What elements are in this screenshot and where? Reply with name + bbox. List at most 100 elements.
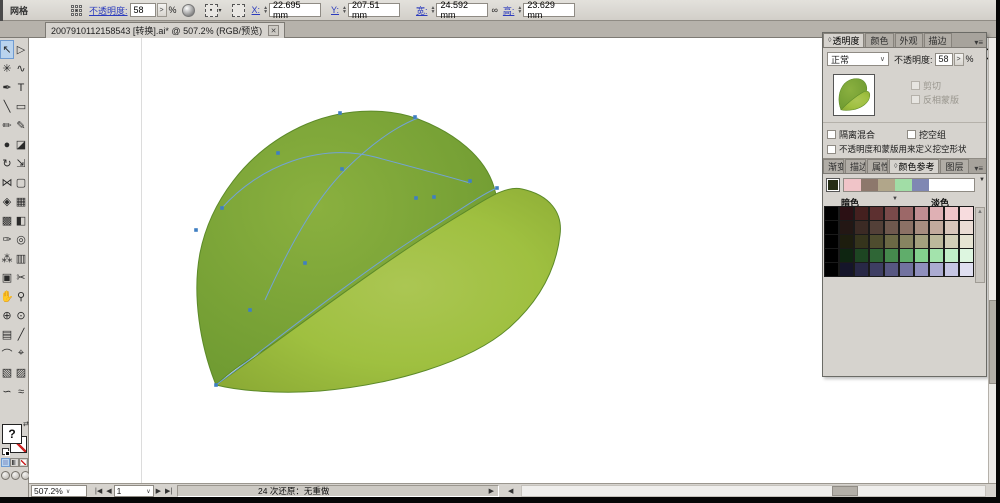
default-fill-stroke-icon[interactable] bbox=[2, 448, 10, 456]
magic-wand-tool[interactable]: ✳ bbox=[0, 59, 14, 78]
base-color-swatch[interactable] bbox=[826, 178, 840, 192]
fill-stroke-indicator[interactable]: ? ⇄ bbox=[2, 421, 29, 458]
direct-selection-tool[interactable]: ▷ bbox=[14, 40, 28, 59]
style-sphere-icon[interactable] bbox=[181, 3, 195, 17]
wrinkle-tool[interactable]: ≈ bbox=[14, 382, 28, 401]
anchor-point[interactable] bbox=[468, 179, 472, 183]
scale-tool[interactable]: ⇲ bbox=[14, 154, 28, 173]
warp-tool[interactable]: ∽ bbox=[0, 382, 14, 401]
horizontal-scrollbar-thumb[interactable] bbox=[832, 486, 858, 496]
color-swatch[interactable] bbox=[869, 220, 884, 235]
rotate-tool[interactable]: ↻ bbox=[0, 154, 14, 173]
color-swatch[interactable] bbox=[929, 234, 944, 249]
harmony-colors-strip[interactable] bbox=[843, 178, 975, 192]
tab-color-guide[interactable]: ◊ 颜色参考 bbox=[889, 159, 940, 173]
fill-color-box[interactable]: ? bbox=[2, 424, 22, 444]
status-info-area[interactable]: 24 次还原：无重做 ▶ bbox=[177, 485, 499, 497]
invert-mask-checkbox[interactable]: 反相蒙版 bbox=[911, 93, 959, 106]
harmony-color-swatch[interactable] bbox=[912, 179, 929, 191]
color-swatch[interactable] bbox=[839, 206, 854, 221]
symbol-sprayer-tool[interactable]: ⁂ bbox=[0, 249, 14, 268]
harmony-color-swatch[interactable] bbox=[878, 179, 895, 191]
color-swatch[interactable] bbox=[959, 220, 974, 235]
lasso-tool[interactable]: ∿ bbox=[14, 59, 28, 78]
height-stepper[interactable]: ▲ ▼ bbox=[517, 6, 522, 15]
type-tool[interactable]: T bbox=[14, 78, 28, 97]
eraser-tool[interactable]: ◪ bbox=[14, 135, 28, 154]
anchor-point[interactable] bbox=[340, 167, 344, 171]
page-tool[interactable]: ▧ bbox=[0, 363, 14, 382]
gradient-button[interactable] bbox=[10, 458, 19, 467]
define-knockout-checkbox[interactable]: 不透明度和蒙版用来定义挖空形状 bbox=[827, 143, 967, 155]
reference-point-icon[interactable] bbox=[71, 4, 82, 16]
y-link[interactable]: Y: bbox=[331, 5, 339, 15]
tab-transparency[interactable]: ◊ 透明度 bbox=[823, 33, 865, 47]
opacity-input[interactable]: 58 bbox=[129, 3, 156, 17]
color-swatch[interactable] bbox=[929, 206, 944, 221]
gradient-tool[interactable]: ◧ bbox=[14, 211, 28, 230]
height-input[interactable]: 23.629 mm bbox=[523, 0, 576, 20]
crop-tool[interactable]: ▤ bbox=[0, 325, 14, 344]
screen-mode-full-menu-button[interactable] bbox=[11, 471, 20, 480]
color-swatch[interactable] bbox=[854, 206, 869, 221]
color-swatch[interactable] bbox=[959, 206, 974, 221]
shape-builder-tool[interactable]: ◈ bbox=[0, 192, 14, 211]
artboard-tool[interactable]: ▣ bbox=[0, 268, 14, 287]
color-swatch[interactable] bbox=[944, 248, 959, 263]
anchor-point[interactable] bbox=[303, 261, 307, 265]
color-swatch[interactable] bbox=[839, 220, 854, 235]
anchor-point[interactable] bbox=[214, 383, 218, 387]
anchor-point[interactable] bbox=[432, 195, 436, 199]
color-swatch[interactable] bbox=[929, 262, 944, 277]
knife-tool[interactable]: ╱ bbox=[14, 325, 28, 344]
anchor-point[interactable] bbox=[194, 228, 198, 232]
opacity-spinner[interactable]: > bbox=[156, 3, 167, 17]
harmony-color-swatch[interactable] bbox=[861, 179, 878, 191]
align-options-icon[interactable] bbox=[231, 3, 245, 17]
horizontal-scrollbar[interactable] bbox=[521, 485, 986, 497]
tab-color[interactable]: 颜色 bbox=[865, 33, 894, 47]
document-tab[interactable]: 2007910112158543 [转换].ai* @ 507.2% (RGB/… bbox=[45, 22, 286, 38]
arc-tool[interactable]: ⌒ bbox=[0, 344, 14, 363]
tab-gradient[interactable]: 渐变 bbox=[823, 159, 844, 173]
y-input[interactable]: 207.51 mm bbox=[347, 0, 400, 20]
tab-appearance[interactable]: 外观 bbox=[894, 33, 923, 47]
knockout-group-checkbox[interactable]: 挖空组 bbox=[907, 128, 946, 141]
column-graph-tool[interactable]: ▥ bbox=[14, 249, 28, 268]
blob-brush-tool[interactable]: ● bbox=[0, 135, 14, 154]
status-menu-arrow-icon[interactable]: ▶ bbox=[489, 487, 494, 495]
color-swatch[interactable] bbox=[914, 248, 929, 263]
first-artboard-button[interactable]: |◀ bbox=[93, 487, 104, 495]
color-swatch[interactable] bbox=[884, 220, 899, 235]
anchor-point[interactable] bbox=[276, 151, 280, 155]
color-swatch[interactable] bbox=[944, 234, 959, 249]
next-artboard-button[interactable]: ▶ bbox=[154, 487, 163, 495]
color-swatch[interactable] bbox=[944, 220, 959, 235]
color-swatch[interactable] bbox=[824, 206, 839, 221]
vertical-scrollbar[interactable] bbox=[988, 38, 997, 483]
color-swatch[interactable] bbox=[914, 220, 929, 235]
harmony-rules-dropdown-icon[interactable]: ▼ bbox=[979, 177, 985, 183]
anchor-point[interactable] bbox=[248, 308, 252, 312]
color-swatch[interactable] bbox=[884, 234, 899, 249]
color-swatch[interactable] bbox=[914, 234, 929, 249]
color-swatch[interactable] bbox=[899, 220, 914, 235]
color-swatch[interactable] bbox=[899, 262, 914, 277]
live-paint-selection-tool[interactable]: ⊙ bbox=[14, 306, 28, 325]
color-swatch[interactable] bbox=[869, 262, 884, 277]
tab-attributes[interactable]: 属性 bbox=[867, 159, 888, 173]
perspective-grid-tool[interactable]: ▦ bbox=[14, 192, 28, 211]
none-button[interactable] bbox=[19, 458, 28, 467]
blend-mode-select[interactable]: 正常 ∨ bbox=[827, 52, 889, 66]
color-swatch[interactable] bbox=[884, 206, 899, 221]
width-stepper[interactable]: ▲ ▼ bbox=[431, 6, 436, 15]
height-link[interactable]: 高: bbox=[503, 4, 515, 17]
color-swatch[interactable] bbox=[824, 220, 839, 235]
color-guide-scrollbar[interactable]: ▲ bbox=[975, 207, 985, 283]
swap-fill-stroke-icon[interactable]: ⇄ bbox=[23, 420, 29, 428]
color-swatch[interactable] bbox=[929, 248, 944, 263]
free-transform-tool[interactable]: ▢ bbox=[14, 173, 28, 192]
color-swatch[interactable] bbox=[839, 262, 854, 277]
pen-tool[interactable]: ✒ bbox=[0, 78, 14, 97]
tab-layers[interactable]: 图层 bbox=[940, 159, 969, 173]
